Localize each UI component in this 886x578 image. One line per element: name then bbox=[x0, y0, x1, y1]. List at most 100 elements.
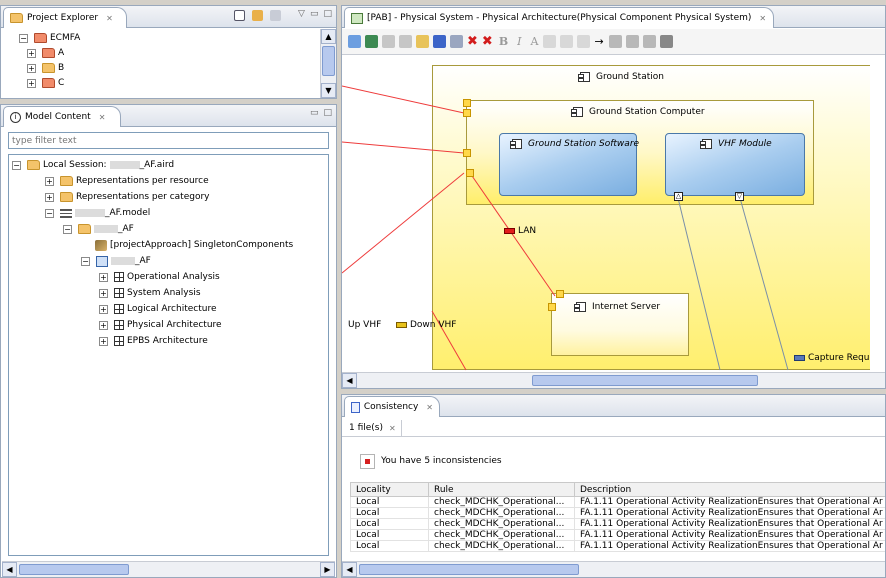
maximize-icon[interactable]: □ bbox=[323, 9, 332, 19]
expand-icon[interactable]: + bbox=[27, 63, 36, 73]
column-header-description[interactable]: Description bbox=[574, 482, 885, 497]
tab-consistency[interactable]: Consistency ✕ bbox=[344, 396, 440, 417]
expand-icon[interactable]: + bbox=[99, 320, 108, 330]
filter-input[interactable] bbox=[8, 132, 329, 149]
diagram-horizontal-scrollbar[interactable]: ◀ bbox=[342, 372, 885, 388]
bold-button[interactable]: B bbox=[499, 35, 508, 48]
tree-item-representations-category[interactable]: + Representations per category bbox=[45, 190, 210, 204]
port[interactable] bbox=[463, 149, 471, 157]
port[interactable] bbox=[466, 169, 474, 177]
lan-link-label[interactable]: LAN bbox=[504, 224, 536, 238]
font-color-button[interactable]: A bbox=[530, 35, 538, 48]
tree-item-logical-architecture[interactable]: + Logical Architecture bbox=[99, 302, 217, 316]
scroll-left-icon[interactable]: ◀ bbox=[2, 562, 17, 577]
maximize-icon[interactable]: □ bbox=[323, 108, 332, 118]
tree-item-model-file[interactable]: − _AF.model bbox=[45, 206, 150, 220]
copy-icon[interactable] bbox=[642, 35, 656, 48]
close-icon[interactable]: ✕ bbox=[426, 403, 433, 412]
down-vhf-label[interactable]: Down VHF bbox=[396, 318, 456, 332]
view-controls[interactable]: ▭ □ bbox=[310, 108, 332, 118]
expand-icon[interactable]: + bbox=[99, 288, 108, 298]
column-header-rule[interactable]: Rule bbox=[428, 482, 575, 497]
vhf-out-port-icon[interactable]: △ bbox=[674, 192, 683, 201]
scroll-down-icon[interactable]: ▼ bbox=[321, 83, 336, 98]
tree-item-ecmfa[interactable]: − ECMFA bbox=[19, 31, 80, 45]
expand-icon[interactable]: + bbox=[99, 272, 108, 282]
table-row[interactable]: Local check_MDCHK_Operational... FA.1.11 O… bbox=[350, 540, 885, 552]
table-row[interactable]: Local check_MDCHK_Operational... FA.1.11 O… bbox=[350, 496, 885, 508]
vertical-scrollbar[interactable]: ▲ ▼ bbox=[320, 29, 336, 98]
tree-item-system-analysis[interactable]: + System Analysis bbox=[99, 286, 201, 300]
port[interactable] bbox=[548, 303, 556, 311]
expand-icon[interactable]: + bbox=[27, 48, 36, 58]
tree-item-c[interactable]: + C bbox=[27, 76, 64, 90]
close-icon[interactable]: ✕ bbox=[99, 113, 106, 122]
tab-model-content[interactable]: i Model Content ✕ bbox=[3, 106, 121, 127]
delete-icon[interactable]: ✖ bbox=[467, 34, 478, 49]
tab-diagram-editor[interactable]: [PAB] - Physical System - Physical Archi… bbox=[344, 7, 774, 28]
close-icon[interactable]: ✕ bbox=[759, 14, 766, 23]
edit-all-icon[interactable] bbox=[399, 35, 412, 48]
collapse-icon[interactable]: − bbox=[19, 33, 28, 43]
pin-icon[interactable] bbox=[433, 35, 446, 48]
collapse-icon[interactable]: − bbox=[45, 208, 54, 218]
scroll-up-icon[interactable]: ▲ bbox=[321, 29, 336, 44]
tab-project-explorer[interactable]: Project Explorer ✕ bbox=[3, 7, 127, 28]
consistency-horizontal-scrollbar[interactable]: ◀ bbox=[342, 561, 885, 577]
view-menu[interactable]: ▽ ▭ □ bbox=[298, 9, 332, 19]
minimize-icon[interactable]: ▭ bbox=[310, 9, 319, 19]
tree-item-project-approach[interactable]: [projectApproach] SingletonComponents bbox=[95, 238, 293, 252]
tree-item-local-session[interactable]: − Local Session: _AF.aird bbox=[12, 158, 174, 172]
tree-item-physical-architecture[interactable]: + Physical Architecture bbox=[99, 318, 222, 332]
tree-item-a[interactable]: + A bbox=[27, 46, 64, 60]
link-icon[interactable] bbox=[625, 35, 639, 48]
unpin-icon[interactable] bbox=[450, 35, 463, 48]
collapse-all-icon[interactable] bbox=[234, 10, 245, 21]
port[interactable] bbox=[463, 99, 471, 107]
italic-button[interactable]: I bbox=[517, 35, 521, 48]
arrange-icon[interactable] bbox=[348, 35, 361, 48]
scroll-left-icon[interactable]: ◀ bbox=[342, 562, 357, 577]
horizontal-scrollbar[interactable]: ◀ ▶ bbox=[2, 561, 335, 577]
collapse-icon[interactable]: − bbox=[12, 160, 21, 170]
port[interactable] bbox=[463, 109, 471, 117]
port[interactable] bbox=[556, 290, 564, 298]
scroll-thumb[interactable] bbox=[19, 564, 129, 575]
font-icon[interactable] bbox=[543, 35, 557, 48]
vhf-in-port-icon[interactable]: ▽ bbox=[735, 192, 744, 201]
file-subtab[interactable]: 1 file(s) ✕ bbox=[344, 420, 402, 436]
tree-item-af-project[interactable]: − _AF bbox=[63, 222, 134, 236]
collapse-icon[interactable]: − bbox=[81, 256, 90, 266]
filter-icon[interactable] bbox=[270, 10, 281, 21]
close-icon[interactable]: ✕ bbox=[106, 14, 113, 23]
expand-icon[interactable]: + bbox=[27, 78, 36, 88]
fill-color-icon[interactable] bbox=[560, 35, 574, 48]
table-row[interactable]: Local check_MDCHK_Operational... FA.1.11 O… bbox=[350, 507, 885, 519]
tree-item-epbs-architecture[interactable]: + EPBS Architecture bbox=[99, 334, 208, 348]
scroll-thumb[interactable] bbox=[359, 564, 579, 575]
table-row[interactable]: Local check_MDCHK_Operational... FA.1.11 O… bbox=[350, 529, 885, 541]
link-with-editor-icon[interactable] bbox=[252, 10, 263, 21]
tree-item-operational-analysis[interactable]: + Operational Analysis bbox=[99, 270, 220, 284]
edit-icon[interactable] bbox=[382, 35, 395, 48]
tree-item-b[interactable]: + B bbox=[27, 61, 64, 75]
tree-item-af-system[interactable]: − _AF bbox=[81, 254, 151, 268]
delete-from-model-icon[interactable]: ✖ bbox=[482, 34, 493, 49]
capture-requests-label[interactable]: Capture Reques bbox=[794, 351, 870, 365]
up-vhf-label[interactable]: Up VHF bbox=[348, 318, 381, 332]
close-icon[interactable]: ✕ bbox=[389, 424, 396, 433]
collapse-icon[interactable]: − bbox=[63, 224, 72, 234]
expand-icon[interactable]: + bbox=[99, 304, 108, 314]
expand-icon[interactable]: + bbox=[99, 336, 108, 346]
expand-icon[interactable]: + bbox=[45, 192, 54, 202]
tree-item-representations-resource[interactable]: + Representations per resource bbox=[45, 174, 209, 188]
scroll-left-icon[interactable]: ◀ bbox=[342, 373, 357, 388]
line-color-icon[interactable] bbox=[577, 35, 591, 48]
scroll-thumb[interactable] bbox=[532, 375, 758, 386]
table-row[interactable]: Local check_MDCHK_Operational... FA.1.11 O… bbox=[350, 518, 885, 530]
layout-icon[interactable] bbox=[365, 35, 378, 48]
column-header-locality[interactable]: Locality bbox=[350, 482, 429, 497]
scroll-thumb[interactable] bbox=[322, 46, 335, 76]
scroll-right-icon[interactable]: ▶ bbox=[320, 562, 335, 577]
export-icon[interactable] bbox=[659, 35, 673, 48]
